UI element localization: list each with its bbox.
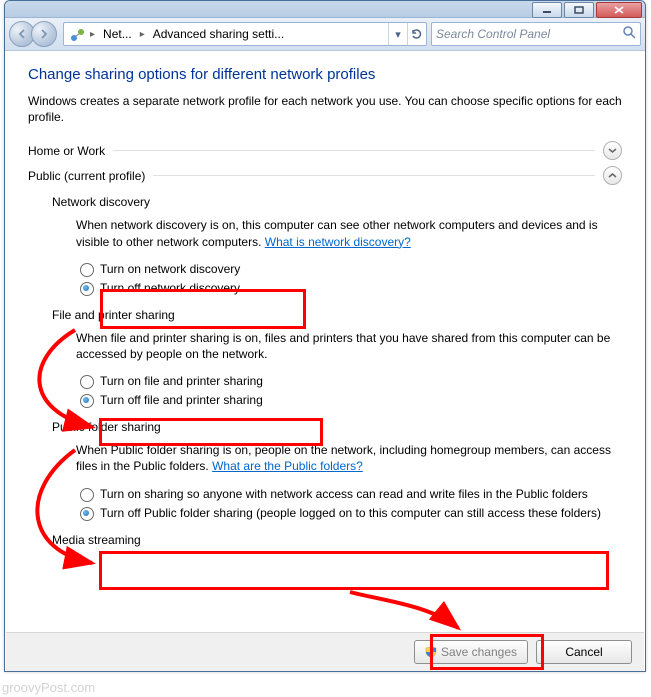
what-is-network-discovery-link[interactable]: What is network discovery? bbox=[265, 235, 411, 249]
collapse-public-button[interactable] bbox=[603, 166, 622, 185]
network-icon bbox=[64, 23, 88, 45]
radio-label: Turn on network discovery bbox=[100, 262, 240, 276]
save-changes-button[interactable]: Save changes bbox=[414, 640, 528, 664]
cancel-label: Cancel bbox=[565, 645, 602, 659]
profile-home-work: Home or Work bbox=[28, 141, 622, 160]
radio-netdisc-off[interactable]: Turn off network discovery bbox=[76, 279, 622, 298]
chevron-right-icon: ▸ bbox=[138, 29, 147, 40]
search-placeholder: Search Control Panel bbox=[436, 27, 550, 41]
section-media-streaming: Media streaming bbox=[28, 533, 622, 547]
radio-fps-off[interactable]: Turn off file and printer sharing bbox=[76, 391, 622, 410]
radio-icon bbox=[80, 507, 94, 521]
cancel-button[interactable]: Cancel bbox=[536, 640, 632, 664]
radio-icon bbox=[80, 263, 94, 277]
fps-desc: When file and printer sharing is on, fil… bbox=[52, 330, 622, 362]
uac-shield-icon bbox=[425, 646, 437, 658]
minimize-button[interactable] bbox=[532, 2, 562, 18]
what-are-public-folders-link[interactable]: What are the Public folders? bbox=[212, 459, 363, 473]
section-file-printer-sharing: File and printer sharing When file and p… bbox=[28, 308, 622, 410]
address-dropdown-button[interactable]: ▾ bbox=[388, 23, 407, 45]
close-button[interactable] bbox=[596, 2, 642, 18]
address-bar[interactable]: ▸ Net... ▸ Advanced sharing setti... ▾ bbox=[63, 22, 427, 46]
radio-netdisc-on[interactable]: Turn on network discovery bbox=[76, 260, 622, 279]
search-input[interactable]: Search Control Panel bbox=[431, 22, 641, 46]
expand-home-work-button[interactable] bbox=[603, 141, 622, 160]
section-public-folder-sharing: Public folder sharing When Public folder… bbox=[28, 420, 622, 522]
maximize-button[interactable] bbox=[564, 2, 594, 18]
section-network-discovery: Network discovery When network discovery… bbox=[28, 195, 622, 297]
window-titlebar bbox=[5, 1, 645, 18]
radio-label: Turn off Public folder sharing (people l… bbox=[100, 506, 601, 520]
watermark-text: groovyPost.com bbox=[2, 680, 95, 695]
radio-pfs-off[interactable]: Turn off Public folder sharing (people l… bbox=[76, 504, 622, 523]
radio-icon bbox=[80, 394, 94, 408]
pfs-title: Public folder sharing bbox=[52, 420, 622, 434]
pfs-desc: When Public folder sharing is on, people… bbox=[52, 442, 622, 474]
profile-public-label: Public (current profile) bbox=[28, 169, 145, 183]
profile-home-work-label: Home or Work bbox=[28, 144, 105, 158]
control-panel-window: ▸ Net... ▸ Advanced sharing setti... ▾ S… bbox=[4, 0, 646, 672]
radio-icon bbox=[80, 282, 94, 296]
radio-label: Turn on file and printer sharing bbox=[100, 374, 263, 388]
forward-button[interactable] bbox=[31, 21, 57, 47]
radio-label: Turn on sharing so anyone with network a… bbox=[100, 487, 588, 501]
refresh-button[interactable] bbox=[407, 23, 426, 45]
page-intro: Windows creates a separate network profi… bbox=[28, 93, 622, 125]
network-discovery-title: Network discovery bbox=[52, 195, 622, 209]
dialog-button-bar: Save changes Cancel bbox=[6, 632, 644, 671]
radio-pfs-on[interactable]: Turn on sharing so anyone with network a… bbox=[76, 485, 622, 504]
nav-history-buttons bbox=[9, 21, 53, 47]
radio-icon bbox=[80, 375, 94, 389]
network-discovery-desc: When network discovery is on, this compu… bbox=[52, 217, 622, 249]
fps-title: File and printer sharing bbox=[52, 308, 622, 322]
radio-label: Turn off network discovery bbox=[100, 281, 240, 295]
radio-label: Turn off file and printer sharing bbox=[100, 393, 263, 407]
radio-fps-on[interactable]: Turn on file and printer sharing bbox=[76, 372, 622, 391]
profile-public: Public (current profile) Network discove… bbox=[28, 166, 622, 546]
content-pane: Change sharing options for different net… bbox=[6, 51, 644, 631]
save-label: Save changes bbox=[441, 645, 517, 659]
page-title: Change sharing options for different net… bbox=[28, 66, 622, 83]
media-streaming-title: Media streaming bbox=[52, 533, 622, 547]
explorer-navbar: ▸ Net... ▸ Advanced sharing setti... ▾ S… bbox=[5, 18, 645, 51]
chevron-right-icon: ▸ bbox=[88, 29, 97, 40]
search-icon bbox=[623, 26, 636, 42]
breadcrumb-network[interactable]: Net... bbox=[97, 23, 138, 45]
breadcrumb-advanced-sharing[interactable]: Advanced sharing setti... bbox=[147, 23, 290, 45]
radio-icon bbox=[80, 488, 94, 502]
